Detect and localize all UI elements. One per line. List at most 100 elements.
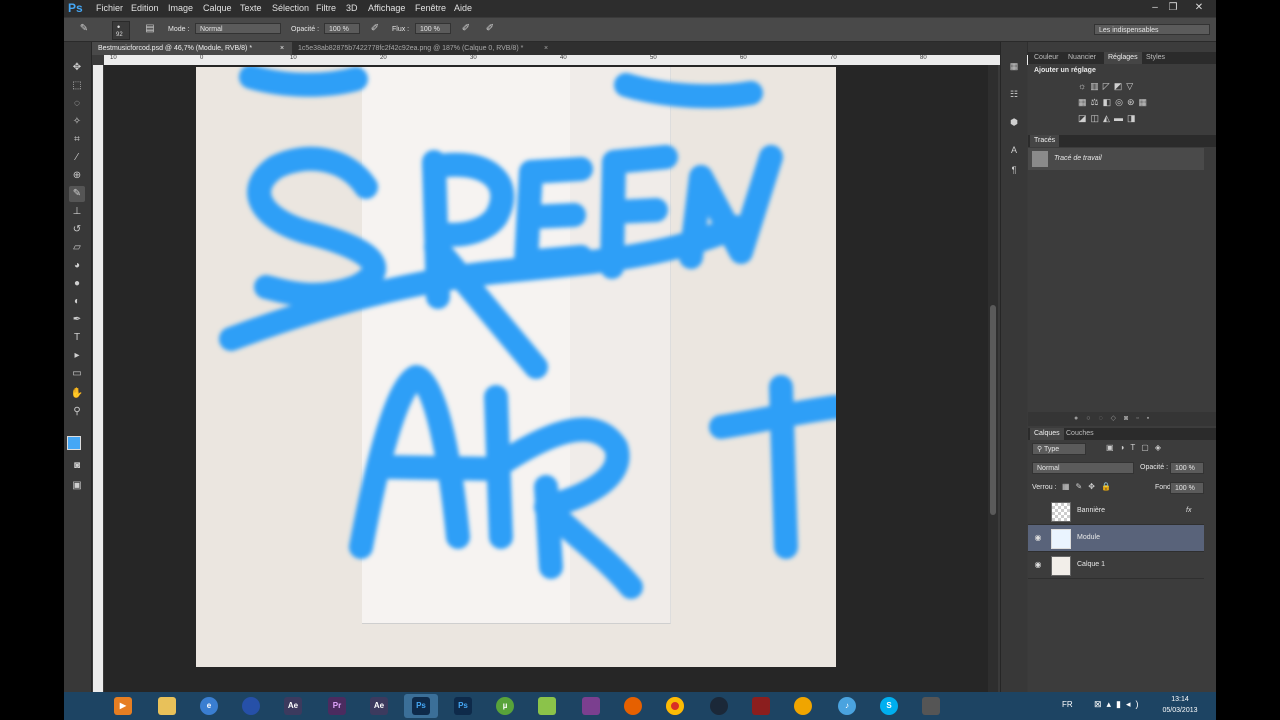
- photoshop-taskbar-icon[interactable]: Ps: [404, 694, 438, 718]
- new-path-icon[interactable]: ▫: [1136, 415, 1146, 422]
- ie-icon[interactable]: e: [192, 694, 226, 718]
- eye-icon[interactable]: ◉: [1033, 560, 1043, 570]
- flow-input[interactable]: 100 %: [415, 23, 451, 34]
- history-brush-tool-icon[interactable]: ↺: [69, 222, 85, 238]
- tab-document-active[interactable]: Bestmusicforcod.psd @ 46,7% (Module, RVB…: [92, 42, 292, 55]
- clock-time[interactable]: 13:14: [1160, 696, 1200, 703]
- tab-close-icon[interactable]: ×: [544, 42, 548, 55]
- lock-icons[interactable]: ▦✎✥🔒: [1062, 482, 1117, 491]
- close-icon[interactable]: ✕: [1190, 1, 1208, 15]
- adjustment-icons[interactable]: ☼▥◸◩▽ ▦⚖◧◎⊛▦ ◪◫◭▬◨: [1078, 78, 1188, 130]
- balance-icon[interactable]: ⚖: [1091, 97, 1103, 107]
- paragraph-panel-icon[interactable]: ¶: [1006, 162, 1022, 178]
- paint-bucket-tool-icon[interactable]: ◕: [69, 258, 85, 274]
- brush-tool-icon[interactable]: ✎: [78, 23, 90, 35]
- layer-row-banniere[interactable]: Bannière fx: [1028, 498, 1204, 525]
- shape-tool-icon[interactable]: ▭: [69, 366, 85, 382]
- tab-couleur[interactable]: Couleur: [1030, 52, 1063, 64]
- itunes-icon[interactable]: ♪: [830, 694, 864, 718]
- pressure-size-icon[interactable]: ✐: [484, 23, 496, 35]
- opacity-input[interactable]: 100 %: [324, 23, 360, 34]
- premiere-icon[interactable]: Pr: [320, 694, 354, 718]
- brush-preset-picker[interactable]: • 92: [112, 21, 130, 40]
- threshold-icon[interactable]: ◭: [1103, 113, 1114, 123]
- posterize-icon[interactable]: ◫: [1091, 113, 1104, 123]
- load-selection-icon[interactable]: ◌: [1098, 415, 1110, 422]
- character-panel-icon[interactable]: A: [1006, 142, 1022, 158]
- path-selection-tool-icon[interactable]: ▸: [69, 348, 85, 364]
- canvas-area[interactable]: [104, 65, 988, 692]
- scroll-thumb[interactable]: [990, 305, 996, 515]
- tray-icons[interactable]: ⊠▴▮◂): [1094, 699, 1144, 710]
- menu-texte[interactable]: Texte: [240, 3, 262, 13]
- pressure-opacity-icon[interactable]: ✐: [369, 23, 381, 35]
- language-indicator[interactable]: FR: [1062, 700, 1073, 709]
- mixer-icon[interactable]: ⊛: [1127, 97, 1139, 107]
- marquee-tool-icon[interactable]: ⬚: [69, 78, 85, 94]
- chrome-icon[interactable]: [658, 694, 692, 718]
- after-effects-icon[interactable]: Ae: [362, 694, 396, 718]
- brush-panel-icon[interactable]: ▤: [144, 23, 156, 35]
- curves-icon[interactable]: ◸: [1103, 81, 1114, 91]
- minimize-icon[interactable]: –: [1146, 1, 1164, 15]
- pen-tool-icon[interactable]: ✒: [69, 312, 85, 328]
- gradient-map-icon[interactable]: ▬: [1114, 113, 1127, 123]
- menu-fenetre[interactable]: Fenêtre: [415, 3, 446, 13]
- brightness-icon[interactable]: ☼: [1078, 81, 1090, 91]
- clock-date[interactable]: 05/03/2013: [1156, 707, 1204, 714]
- delete-path-icon[interactable]: ▪: [1147, 415, 1157, 422]
- menu-fichier[interactable]: Fichier: [96, 3, 123, 13]
- add-mask-icon[interactable]: ◙: [1124, 415, 1136, 422]
- winrar-icon[interactable]: [574, 694, 608, 718]
- eraser-tool-icon[interactable]: ▱: [69, 240, 85, 256]
- tab-nuancier[interactable]: Nuancier: [1064, 52, 1100, 64]
- layer-opacity-input[interactable]: 100 %: [1170, 462, 1204, 474]
- tab-traces[interactable]: Tracés: [1030, 135, 1060, 147]
- menu-filtre[interactable]: Filtre: [316, 3, 336, 13]
- tab-calques[interactable]: Calques: [1030, 428, 1064, 440]
- quick-mask-icon[interactable]: ◙: [69, 458, 85, 474]
- mode-select[interactable]: Normal: [195, 23, 281, 34]
- tab-styles[interactable]: Styles: [1142, 52, 1169, 64]
- layer-row-module[interactable]: ◉ Module: [1028, 525, 1204, 552]
- blur-tool-icon[interactable]: ●: [69, 276, 85, 292]
- zoom-tool-icon[interactable]: ⚲: [69, 404, 85, 420]
- levels-icon[interactable]: ▥: [1090, 81, 1103, 91]
- properties-panel-icon[interactable]: ☷: [1006, 86, 1022, 102]
- steam-icon[interactable]: [702, 694, 736, 718]
- vibrance-icon[interactable]: ▽: [1126, 81, 1137, 91]
- menu-image[interactable]: Image: [168, 3, 193, 13]
- tab-couches[interactable]: Couches: [1062, 428, 1098, 440]
- photoshop-taskbar-icon[interactable]: Ps: [446, 694, 480, 718]
- dodge-tool-icon[interactable]: ◐: [69, 294, 85, 310]
- screen-mode-icon[interactable]: ▣: [69, 478, 85, 494]
- invert-icon[interactable]: ◪: [1078, 113, 1091, 123]
- fill-path-icon[interactable]: ●: [1074, 415, 1086, 422]
- lookup-icon[interactable]: ▦: [1139, 97, 1152, 107]
- workspace-select[interactable]: Les indispensables: [1094, 24, 1210, 35]
- visibility-off-icon[interactable]: [1033, 506, 1043, 516]
- layer-row-calque1[interactable]: ◉ Calque 1: [1028, 552, 1204, 579]
- fx-icon[interactable]: fx: [1186, 507, 1191, 514]
- lasso-tool-icon[interactable]: ◌: [69, 96, 85, 112]
- selective-color-icon[interactable]: ◨: [1127, 113, 1140, 123]
- airbrush-icon[interactable]: ✐: [460, 23, 472, 35]
- app-gray-icon[interactable]: [914, 694, 948, 718]
- restore-icon[interactable]: ❐: [1164, 1, 1182, 15]
- utorrent-icon[interactable]: µ: [488, 694, 522, 718]
- stroke-path-icon[interactable]: ○: [1086, 415, 1098, 422]
- tab-reglages[interactable]: Réglages: [1104, 52, 1142, 64]
- explorer-icon[interactable]: [150, 694, 184, 718]
- menu-aide[interactable]: Aide: [454, 3, 472, 13]
- crop-tool-icon[interactable]: ⌗: [69, 132, 85, 148]
- vertical-scrollbar[interactable]: [988, 65, 998, 692]
- 3d-panel-icon[interactable]: ⬢: [1006, 114, 1022, 130]
- menu-selection[interactable]: Sélection: [272, 3, 309, 13]
- layer-blend-select[interactable]: Normal: [1032, 462, 1134, 474]
- bw-icon[interactable]: ◧: [1103, 97, 1116, 107]
- firefox-icon[interactable]: [616, 694, 650, 718]
- globe-icon[interactable]: [234, 694, 268, 718]
- brush-tool-icon[interactable]: ✎: [69, 186, 85, 202]
- menu-3d[interactable]: 3D: [346, 3, 358, 13]
- media-player-icon[interactable]: ▶: [106, 694, 140, 718]
